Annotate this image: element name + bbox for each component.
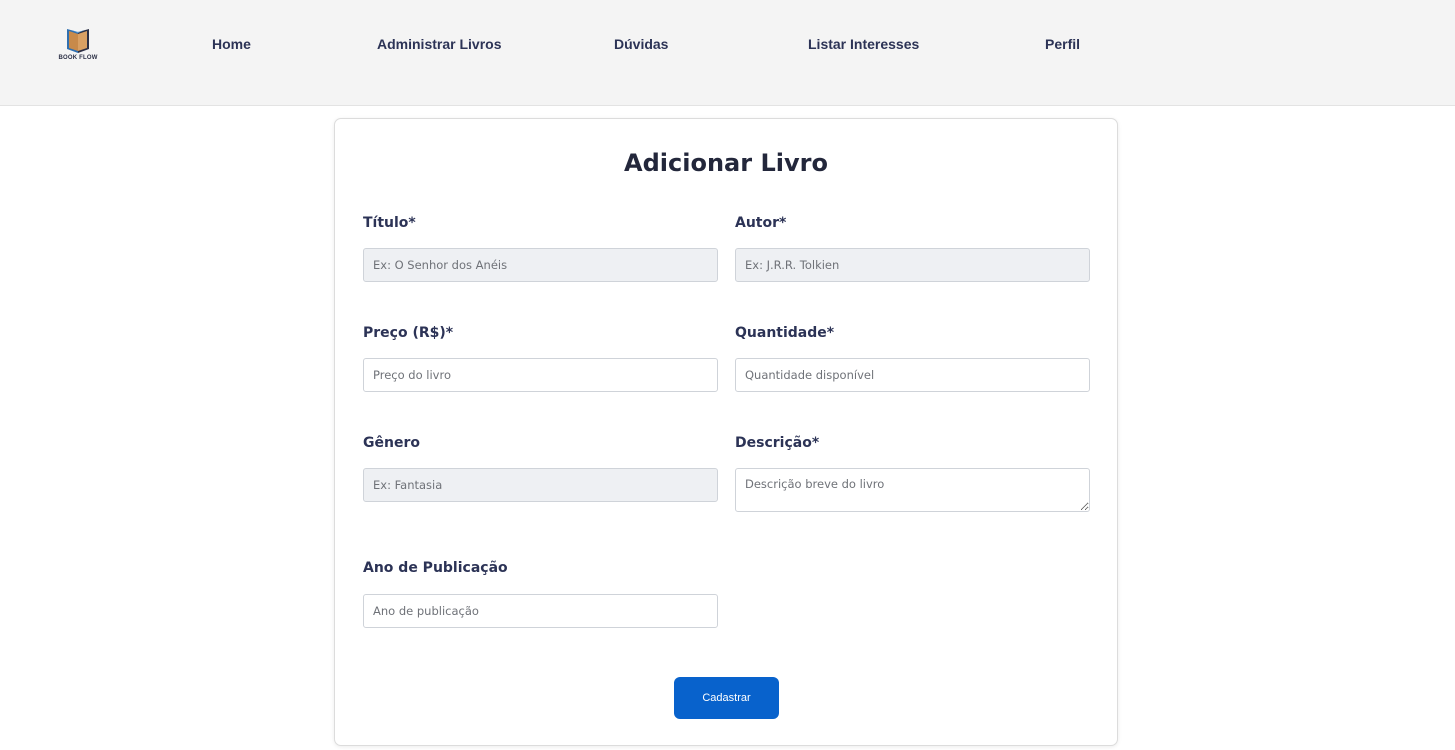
book-logo-icon xyxy=(67,29,89,53)
ano-label: Ano de Publicação xyxy=(363,560,508,576)
descricao-textarea[interactable] xyxy=(735,468,1090,512)
nav-administrar-livros[interactable]: Administrar Livros xyxy=(377,36,501,52)
page-title: Adicionar Livro xyxy=(624,149,828,177)
nav-home[interactable]: Home xyxy=(212,36,251,52)
nav-listar-interesses[interactable]: Listar Interesses xyxy=(808,36,919,52)
quantidade-input[interactable] xyxy=(735,358,1090,392)
titulo-label: Título* xyxy=(363,215,416,231)
genero-label: Gênero xyxy=(363,435,420,451)
navbar: BOOK FLOW Home Administrar Livros Dúvida… xyxy=(0,0,1455,106)
titulo-input[interactable] xyxy=(363,248,718,282)
preco-input[interactable] xyxy=(363,358,718,392)
genero-input[interactable] xyxy=(363,468,718,502)
add-book-card: Adicionar Livro Título* Autor* Preço (R$… xyxy=(334,118,1118,746)
autor-label: Autor* xyxy=(735,215,787,231)
quantidade-label: Quantidade* xyxy=(735,325,835,341)
descricao-label: Descrição* xyxy=(735,435,820,451)
nav-perfil[interactable]: Perfil xyxy=(1045,36,1080,52)
logo-text: BOOK FLOW xyxy=(58,55,98,61)
ano-input[interactable] xyxy=(363,594,718,628)
nav-duvidas[interactable]: Dúvidas xyxy=(614,36,668,52)
cadastrar-button[interactable]: Cadastrar xyxy=(674,677,779,719)
brand-logo[interactable]: BOOK FLOW xyxy=(58,28,98,68)
preco-label: Preço (R$)* xyxy=(363,325,454,341)
autor-input[interactable] xyxy=(735,248,1090,282)
